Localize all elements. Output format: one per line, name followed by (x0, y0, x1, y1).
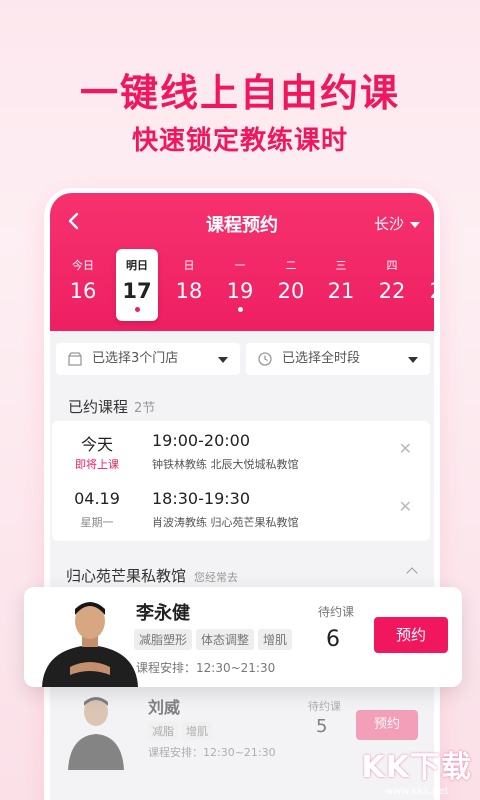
date-day: 16 (69, 279, 97, 303)
date-item[interactable]: 一 19 (219, 249, 261, 321)
date-item[interactable]: 三 21 (320, 249, 362, 321)
booked-list: 今天 即将上课 19:00-20:00 钟铁林教练 北辰大悦城私教馆 ✕ 04.… (52, 421, 430, 541)
coach-tags: 减脂 增肌 (148, 720, 216, 740)
class-dot-icon (134, 307, 140, 312)
date-day: 22 (378, 279, 406, 303)
city-selector[interactable]: 长沙 (374, 213, 420, 234)
booked-count: 2节 (134, 401, 156, 416)
booking-weekday: 星期一 (80, 516, 114, 529)
coach-tag: 减脂 (148, 722, 178, 740)
pending-count: 5 (316, 716, 328, 737)
venue-name: 归心苑芒果私教馆 (66, 567, 187, 585)
booking-info: 钟铁林教练 北辰大悦城私教馆 (152, 458, 299, 471)
date-day: 23 (422, 279, 434, 303)
close-icon[interactable]: ✕ (399, 441, 412, 457)
date-day: 17 (122, 279, 152, 303)
time-filter-label: 已选择全时段 (282, 351, 361, 366)
date-item[interactable]: 二 20 (270, 249, 312, 321)
coach-tag: 体态调整 (196, 629, 255, 650)
store-icon (68, 352, 82, 366)
date-weekday: 二 (285, 259, 297, 272)
pending-label: 待约课 (318, 605, 355, 619)
hero-title: 一键线上自由约课 (79, 71, 400, 115)
caret-down-icon (218, 357, 228, 363)
booking-time: 19:00-20:00 (152, 431, 250, 450)
date-item[interactable]: 今日 16 (62, 249, 104, 321)
store-filter[interactable]: 已选择3个门店 (56, 343, 240, 375)
date-weekday: 一 (234, 259, 246, 272)
coach-schedule: 课程安排：12:30~21:30 (136, 661, 276, 675)
caret-down-icon (410, 221, 420, 228)
date-weekday: 四 (386, 259, 398, 272)
time-filter[interactable]: 已选择全时段 (246, 343, 430, 375)
store-filter-label: 已选择3个门店 (92, 351, 179, 366)
booking-info: 肖波涛教练 归心苑芒果私教馆 (152, 516, 299, 529)
date-weekday: 五 (422, 257, 434, 273)
booking-time: 18:30-19:30 (152, 489, 250, 508)
book-button[interactable]: 预约 (374, 617, 448, 653)
date-item[interactable]: 四 22 (371, 249, 413, 321)
date-weekday: 日 (183, 259, 195, 272)
date-strip: 今日 16 明日 17 日 18 一 19 二 20 三 21 四 22 (62, 249, 434, 321)
chevron-up-icon[interactable] (406, 567, 418, 579)
date-day: 18 (175, 279, 203, 303)
watermark-url: www.kkx.net (384, 786, 449, 797)
date-item[interactable]: 五 23 (422, 249, 434, 321)
class-dot-icon (237, 307, 243, 312)
coach-avatar (40, 595, 140, 687)
date-weekday: 今日 (72, 259, 94, 272)
date-weekday: 三 (335, 259, 347, 272)
venue-header[interactable]: 归心苑芒果私教馆 您经常去 (66, 565, 238, 586)
booking-row[interactable]: 04.19 星期一 18:30-19:30 肖波涛教练 归心苑芒果私教馆 ✕ (52, 481, 430, 539)
coach-name: 李永健 (136, 603, 190, 624)
booked-title-label: 已约课程 (68, 398, 129, 416)
pending-count: 6 (326, 627, 340, 652)
date-item-selected[interactable]: 明日 17 (116, 249, 158, 321)
caret-down-icon (408, 357, 418, 363)
coach-tag: 增肌 (258, 629, 293, 650)
coach-tag: 增肌 (182, 722, 212, 740)
date-day: 20 (277, 279, 305, 303)
date-item[interactable]: 日 18 (168, 249, 210, 321)
city-label: 长沙 (373, 215, 404, 233)
booking-date: 04.19 (74, 489, 120, 508)
booked-section-title: 已约课程 2节 (68, 396, 155, 417)
booking-row[interactable]: 今天 即将上课 19:00-20:00 钟铁林教练 北辰大悦城私教馆 ✕ (52, 423, 430, 481)
clock-icon (258, 352, 272, 366)
coach-card[interactable]: 李永健 减脂塑形 体态调整 增肌 课程安排：12:30~21:30 待约课 6 预约 (24, 587, 462, 687)
book-button[interactable]: 预约 (356, 710, 418, 740)
coach-tag: 减脂塑形 (134, 629, 193, 650)
booking-date: 今天 (80, 435, 113, 454)
date-weekday: 明日 (126, 259, 148, 272)
coach-schedule: 课程安排：12:30~21:30 (148, 746, 276, 759)
close-icon[interactable]: ✕ (399, 499, 412, 515)
booking-status: 即将上课 (75, 458, 119, 471)
coach-tags: 减脂塑形 体态调整 增肌 (134, 629, 296, 650)
hero-subtitle: 快速锁定教练课时 (131, 126, 348, 156)
date-day: 21 (327, 279, 355, 303)
venue-note: 您经常去 (194, 571, 239, 584)
pending-label: 待约课 (308, 700, 341, 713)
coach-name: 刘威 (148, 698, 181, 717)
coach-avatar (60, 690, 132, 770)
app-header: 课程预约 长沙 今日 16 明日 17 日 18 一 19 二 20 三 21 … (50, 193, 434, 331)
watermark-logo: KK下载 (361, 750, 472, 785)
watermark: KK下载 www.kkx.net (362, 742, 473, 797)
date-day: 19 (226, 279, 254, 303)
